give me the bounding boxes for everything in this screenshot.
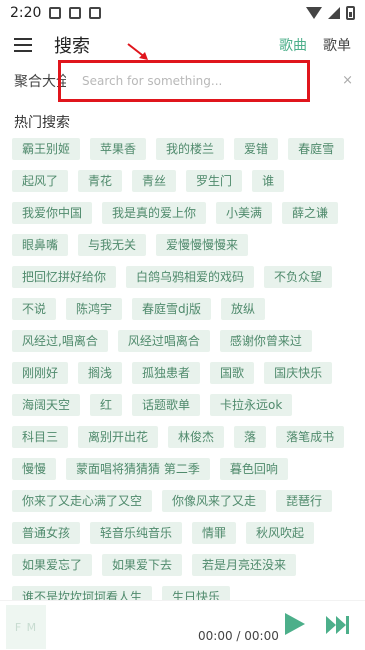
image-notification-icon (49, 7, 62, 19)
status-time: 2:20 (10, 5, 42, 21)
hot-search-tag[interactable]: 落笔成书 (276, 426, 345, 448)
hot-search-tags: 霸王别姬 苹果香 我的楼兰 爱错 春庭雪 起风了 青花 青丝 罗生门 谁 我爱你… (12, 138, 357, 618)
mini-player: F M 00:00 / 00:00 (0, 600, 365, 650)
hot-search-tag[interactable]: 普通女孩 (12, 522, 81, 544)
hot-search-tag[interactable]: 春庭雪 (288, 138, 345, 160)
hot-search-tag[interactable]: 轻音乐纯音乐 (90, 522, 183, 544)
hot-search-tag[interactable]: 蒙面唱将猜猜猜 第二季 (66, 458, 210, 480)
hot-search-tag[interactable]: 落 (234, 426, 267, 448)
hot-search-tag[interactable]: 爱错 (234, 138, 279, 160)
hot-search-tag[interactable]: 离别开出花 (78, 426, 159, 448)
hot-search-tag[interactable]: 我是真的爱上你 (102, 202, 207, 224)
tag-row: 科目三 离别开出花 林俊杰 落 落笔成书 (12, 426, 357, 448)
hot-search-tag[interactable]: 爱慢慢慢慢来 (156, 234, 249, 256)
hot-search-tag[interactable]: 放纵 (220, 298, 265, 320)
hot-search-tag[interactable]: 青丝 (132, 170, 177, 192)
hot-search-tag[interactable]: 苹果香 (90, 138, 147, 160)
hot-search-tag[interactable]: 你来了又走心满了又空 (12, 490, 153, 512)
tag-row: 我爱你中国 我是真的爱上你 小美满 薛之谦 (12, 202, 357, 224)
hot-search-tag[interactable]: 慢慢 (12, 458, 57, 480)
hot-search-tag[interactable]: 科目三 (12, 426, 69, 448)
hot-search-title: 热门搜索 (14, 115, 70, 131)
hot-search-tag[interactable]: 卡拉永远ok (210, 394, 293, 416)
hot-search-tag[interactable]: 林俊杰 (168, 426, 225, 448)
hot-search-tag[interactable]: 如果爱下去 (102, 554, 183, 576)
hot-search-tag[interactable]: 霸王别姬 (12, 138, 81, 160)
hot-search-tag[interactable]: 春庭雪dj版 (132, 298, 211, 320)
signal-icon (328, 7, 340, 19)
tag-row: 你来了又走心满了又空 你像风来了又走 琵琶行 (12, 490, 357, 512)
hot-search-tag[interactable]: 小美满 (216, 202, 273, 224)
header: 搜索 歌曲 歌单 (0, 26, 365, 64)
hot-search-tag[interactable]: 若是月亮还没来 (192, 554, 297, 576)
tag-row: 霸王别姬 苹果香 我的楼兰 爱错 春庭雪 (12, 138, 357, 160)
tag-row: 如果爱忘了 如果爱下去 若是月亮还没来 (12, 554, 357, 576)
status-bar: 2:20 (0, 0, 365, 26)
tag-row: 刚刚好 搁浅 孤独患者 国歌 国庆快乐 (12, 362, 357, 384)
hot-search-tag[interactable]: 起风了 (12, 170, 69, 192)
hot-search-tag[interactable]: 薛之谦 (282, 202, 339, 224)
hot-search-tag[interactable]: 把回忆拼好给你 (12, 266, 117, 288)
hot-search-tag[interactable]: 罗生门 (186, 170, 243, 192)
hot-search-tag[interactable]: 海阔天空 (12, 394, 81, 416)
hot-search-tag[interactable]: 话题歌单 (132, 394, 201, 416)
tag-row: 不说 陈鸿宇 春庭雪dj版 放纵 (12, 298, 357, 320)
hot-search-tag[interactable]: 国庆快乐 (264, 362, 333, 384)
tag-row: 眼鼻嘴 与我无关 爱慢慢慢慢来 (12, 234, 357, 256)
tag-row: 风经过,唱离合 风经过唱离合 感谢你曾来过 (12, 330, 357, 352)
hot-search-tag[interactable]: 陈鸿宇 (66, 298, 123, 320)
battery-icon (346, 6, 355, 20)
hot-search-tag[interactable]: 青花 (78, 170, 123, 192)
hot-search-tag[interactable]: 孤独患者 (132, 362, 201, 384)
next-track-icon[interactable] (326, 616, 350, 634)
tag-row: 把回忆拼好给你 白鸽乌鸦相爱的戏码 不负众望 (12, 266, 357, 288)
tag-row: 起风了 青花 青丝 罗生门 谁 (12, 170, 357, 192)
notification-icons (49, 7, 102, 19)
tag-row: 慢慢 蒙面唱将猜猜猜 第二季 暮色回响 (12, 458, 357, 480)
tag-row: 海阔天空 红 话题歌单 卡拉永远ok (12, 394, 357, 416)
tab-songs[interactable]: 歌曲 (279, 35, 307, 55)
hot-search-tag[interactable]: 秋风吹起 (246, 522, 315, 544)
hot-search-tag[interactable]: 我爱你中国 (12, 202, 93, 224)
playback-time: 00:00 / 00:00 (198, 629, 279, 643)
page-title: 搜索 (54, 36, 90, 57)
tab-playlists[interactable]: 歌单 (323, 35, 351, 55)
hot-search-tag[interactable]: 不负众望 (264, 266, 333, 288)
hot-search-tag[interactable]: 红 (90, 394, 123, 416)
hot-search-tag[interactable]: 我的楼兰 (156, 138, 225, 160)
hot-search-tag[interactable]: 风经过唱离合 (117, 330, 210, 352)
hot-search-tag[interactable]: 不说 (12, 298, 57, 320)
hot-search-tag[interactable]: 刚刚好 (12, 362, 69, 384)
hot-search-tag[interactable]: 感谢你曾来过 (219, 330, 312, 352)
tab-bar: 歌曲 歌单 (279, 35, 351, 55)
menu-icon[interactable] (14, 38, 32, 52)
hot-search-tag[interactable]: 眼鼻嘴 (12, 234, 69, 256)
annotation-highlight-box (58, 60, 310, 102)
hot-search-tag[interactable]: 你像风来了又走 (162, 490, 267, 512)
hot-search-tag[interactable]: 国歌 (210, 362, 255, 384)
download-notification-icon (69, 7, 82, 19)
hot-search-tag[interactable]: 暮色回响 (219, 458, 288, 480)
system-icons (306, 6, 355, 20)
album-cover[interactable]: F M (6, 605, 46, 649)
wifi-icon (306, 7, 322, 19)
hot-search-tag[interactable]: 如果爱忘了 (12, 554, 93, 576)
hot-search-tag[interactable]: 谁 (252, 170, 285, 192)
hot-search-tag[interactable]: 白鸽乌鸦相爱的戏码 (126, 266, 255, 288)
tag-row: 普通女孩 轻音乐纯音乐 情罪 秋风吹起 (12, 522, 357, 544)
hot-search-tag[interactable]: 情罪 (192, 522, 237, 544)
hot-search-tag[interactable]: 与我无关 (78, 234, 147, 256)
hot-search-tag[interactable]: 风经过,唱离合 (12, 330, 108, 352)
app-notification-icon (89, 7, 102, 19)
clear-icon[interactable]: × (342, 73, 353, 88)
hot-search-tag[interactable]: 搁浅 (78, 362, 123, 384)
hot-search-tag[interactable]: 琵琶行 (276, 490, 333, 512)
play-icon[interactable] (285, 613, 305, 635)
